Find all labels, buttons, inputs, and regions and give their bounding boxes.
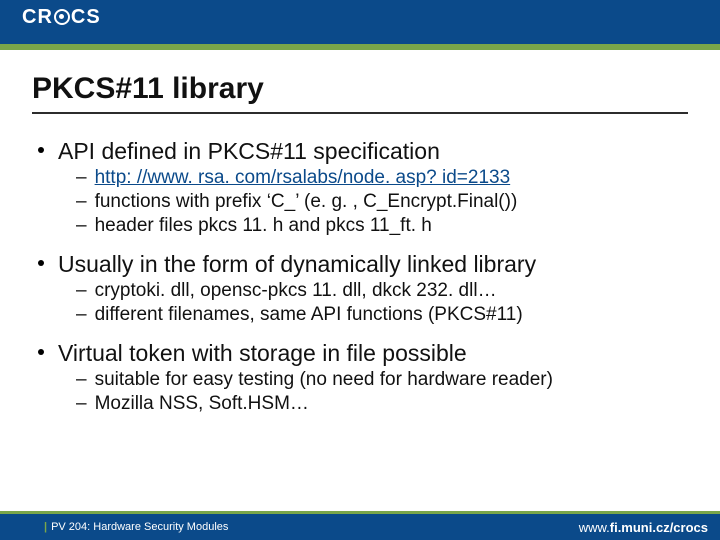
- bullet-l1: API defined in PKCS#11 specification: [38, 138, 688, 165]
- bullet-l2: –suitable for easy testing (no need for …: [76, 369, 688, 391]
- bar-icon: |: [44, 521, 47, 533]
- bullet-text: cryptoki. dll, opensc-pkcs 11. dll, dkck…: [95, 280, 497, 301]
- dash-icon: –: [76, 369, 87, 390]
- bullet-text: functions with prefix ‘C_’ (e. g. , C_En…: [95, 191, 518, 212]
- slide: CR CS PKCS#11 library API defined in PKCS…: [0, 0, 720, 540]
- bullet-l1: Virtual token with storage in file possi…: [38, 340, 688, 367]
- bullet-dot-icon: [38, 349, 44, 355]
- footer-right: www.fi.muni.cz/crocs: [579, 520, 708, 535]
- spacer: [0, 50, 720, 72]
- bullet-text: suitable for easy testing (no need for h…: [95, 369, 553, 390]
- slide-title: PKCS#11 library: [32, 72, 688, 110]
- bullet-l2: –different filenames, same API functions…: [76, 304, 688, 326]
- dash-icon: –: [76, 280, 87, 301]
- url-main: fi.muni.cz/crocs: [610, 520, 708, 535]
- footer-left: | PV 204: Hardware Security Modules: [44, 521, 228, 533]
- bullet-text: different filenames, same API functions …: [95, 304, 523, 325]
- bullet-dot-icon: [38, 260, 44, 266]
- dash-icon: –: [76, 167, 87, 188]
- rsa-link[interactable]: http: //www. rsa. com/rsalabs/node. asp?…: [95, 167, 511, 188]
- logo-text-left: CR: [22, 6, 53, 28]
- bullet-l2: –Mozilla NSS, Soft.HSM…: [76, 393, 688, 415]
- bullet-l2: –header files pkcs 11. h and pkcs 11_ft.…: [76, 215, 688, 237]
- bullet-l2: –http: //www. rsa. com/rsalabs/node. asp…: [76, 167, 688, 189]
- bullet-l2: –cryptoki. dll, opensc-pkcs 11. dll, dkc…: [76, 280, 688, 302]
- dash-icon: –: [76, 191, 87, 212]
- title-block: PKCS#11 library: [0, 72, 720, 114]
- bullet-text: header files pkcs 11. h and pkcs 11_ft. …: [95, 215, 432, 236]
- logo-text-right: CS: [71, 6, 101, 28]
- dash-icon: –: [76, 393, 87, 414]
- bullet-text: Virtual token with storage in file possi…: [58, 340, 467, 366]
- bullet-text: Mozilla NSS, Soft.HSM…: [95, 393, 309, 414]
- bullet-dot-icon: [38, 147, 44, 153]
- eye-icon: [54, 9, 70, 25]
- url-prefix: www.: [579, 520, 610, 535]
- crocs-logo: CR CS: [22, 6, 101, 29]
- course-label: PV 204: Hardware Security Modules: [51, 521, 228, 533]
- footer: | PV 204: Hardware Security Modules www.f…: [0, 511, 720, 540]
- body: API defined in PKCS#11 specification –ht…: [0, 114, 720, 540]
- bullet-l1: Usually in the form of dynamically linke…: [38, 251, 688, 278]
- dash-icon: –: [76, 215, 87, 236]
- bullet-text: API defined in PKCS#11 specification: [58, 138, 440, 164]
- header-band: CR CS: [0, 0, 720, 44]
- footer-bar: | PV 204: Hardware Security Modules www.f…: [0, 514, 720, 540]
- dash-icon: –: [76, 304, 87, 325]
- bullet-l2: –functions with prefix ‘C_’ (e. g. , C_E…: [76, 191, 688, 213]
- bullet-text: Usually in the form of dynamically linke…: [58, 251, 536, 277]
